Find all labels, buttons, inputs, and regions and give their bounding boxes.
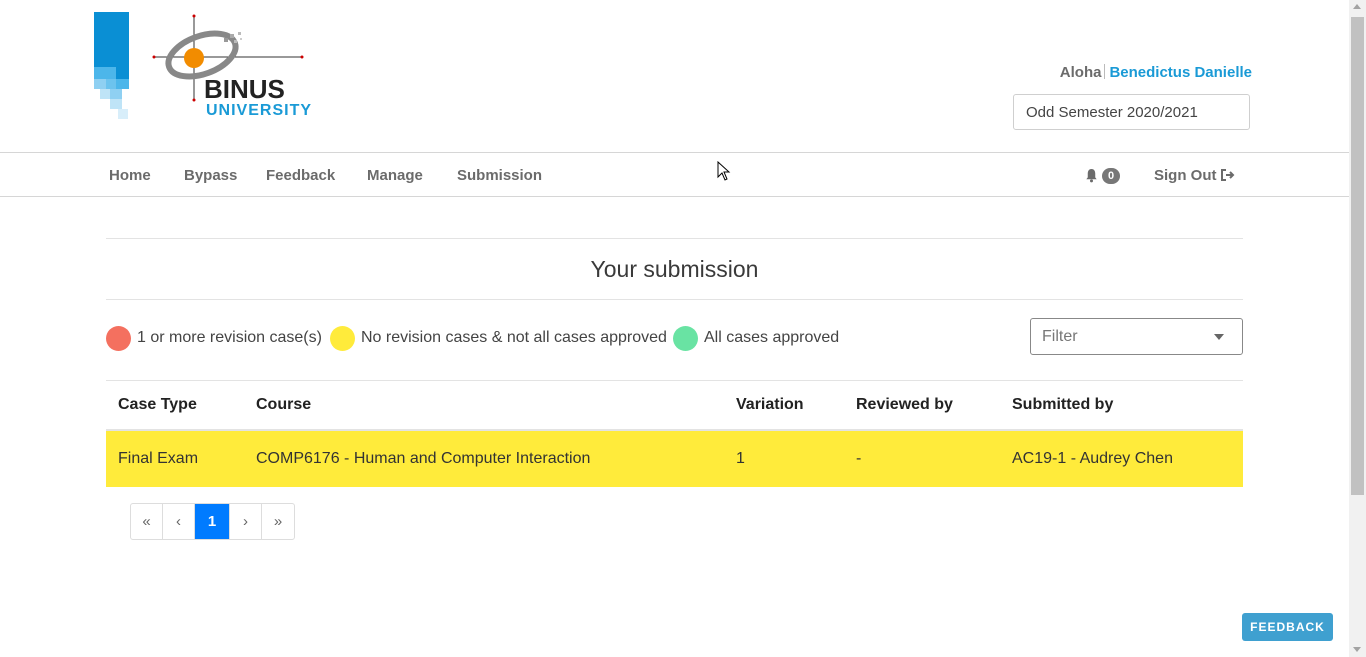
cell-submitted-by: AC19-1 - Audrey Chen — [1000, 430, 1243, 487]
page-last-button[interactable]: » — [262, 504, 294, 539]
sign-out-label: Sign Out — [1154, 167, 1217, 184]
binus-logo[interactable]: BINUS UNIVERSITY — [94, 12, 334, 122]
feedback-button[interactable]: FEEDBACK — [1242, 613, 1333, 641]
title-divider-bottom — [106, 299, 1243, 300]
page-next-button[interactable]: › — [230, 504, 262, 539]
greeting-divider — [1104, 64, 1106, 79]
user-greeting: Aloha Benedictus Danielle — [1060, 64, 1252, 81]
user-name[interactable]: Benedictus Danielle — [1109, 64, 1252, 81]
legend-red-dot — [106, 325, 131, 351]
legend-approved-label: All cases approved — [704, 329, 840, 346]
logo-sub-text: UNIVERSITY — [206, 102, 312, 119]
greeting-label: Aloha — [1059, 64, 1102, 81]
col-course[interactable]: Course — [244, 380, 724, 431]
col-variation[interactable]: Variation — [724, 380, 844, 431]
submission-table: Case Type Course Variation Reviewed by S… — [106, 380, 1243, 487]
bell-icon[interactable] — [1084, 168, 1099, 183]
cell-course: COMP6176 - Human and Computer Interactio… — [244, 430, 724, 487]
col-case-type[interactable]: Case Type — [106, 380, 244, 431]
nav-feedback[interactable]: Feedback — [266, 167, 335, 184]
notification-badge: 0 — [1102, 168, 1121, 184]
main-navbar: Home Bypass Feedback Manage Submission 0… — [0, 152, 1349, 197]
col-submitted-by[interactable]: Submitted by — [1000, 380, 1243, 431]
nav-home[interactable]: Home — [109, 167, 151, 184]
legend-approved: All cases approved — [673, 325, 839, 351]
col-reviewed-by[interactable]: Reviewed by — [844, 380, 1000, 431]
chevron-down-icon — [1214, 334, 1224, 340]
nav-bypass[interactable]: Bypass — [184, 167, 237, 184]
nav-manage[interactable]: Manage — [367, 167, 423, 184]
cell-reviewed-by: - — [844, 430, 1000, 487]
table-row[interactable]: Final Exam COMP6176 - Human and Computer… — [106, 430, 1243, 487]
scroll-down-icon[interactable] — [1353, 647, 1361, 652]
filter-placeholder: Filter — [1042, 328, 1078, 345]
filter-select[interactable]: Filter — [1030, 318, 1243, 355]
legend-pending: No revision cases & not all cases approv… — [330, 325, 667, 351]
table-header-row: Case Type Course Variation Reviewed by S… — [106, 380, 1243, 431]
legend-yellow-dot — [330, 325, 355, 351]
legend-revision-label: 1 or more revision case(s) — [137, 329, 322, 346]
legend-green-dot — [673, 325, 698, 351]
page-title: Your submission — [590, 256, 759, 282]
logo-graphic: BINUS UNIVERSITY — [94, 12, 312, 119]
logo-brand-text: BINUS — [204, 74, 285, 104]
page-prev-button[interactable]: ‹ — [163, 504, 195, 539]
sign-out-link[interactable]: Sign Out — [1154, 167, 1235, 184]
page-current-button[interactable]: 1 — [195, 504, 230, 539]
vertical-scrollbar[interactable] — [1349, 0, 1366, 657]
cell-case-type: Final Exam — [106, 430, 244, 487]
legend-pending-label: No revision cases & not all cases approv… — [361, 329, 667, 346]
nav-submission[interactable]: Submission — [457, 167, 542, 184]
scrollbar-thumb[interactable] — [1351, 17, 1364, 495]
cell-variation: 1 — [724, 430, 844, 487]
page-first-button[interactable]: « — [131, 504, 163, 539]
legend-revision: 1 or more revision case(s) — [106, 325, 322, 351]
scroll-up-icon[interactable] — [1353, 4, 1361, 9]
semester-select[interactable]: Odd Semester 2020/2021 — [1013, 94, 1250, 130]
mouse-cursor-icon — [717, 161, 731, 181]
sign-out-icon — [1220, 169, 1234, 181]
pagination: « ‹ 1 › » — [130, 503, 295, 540]
title-divider-top — [106, 238, 1243, 239]
